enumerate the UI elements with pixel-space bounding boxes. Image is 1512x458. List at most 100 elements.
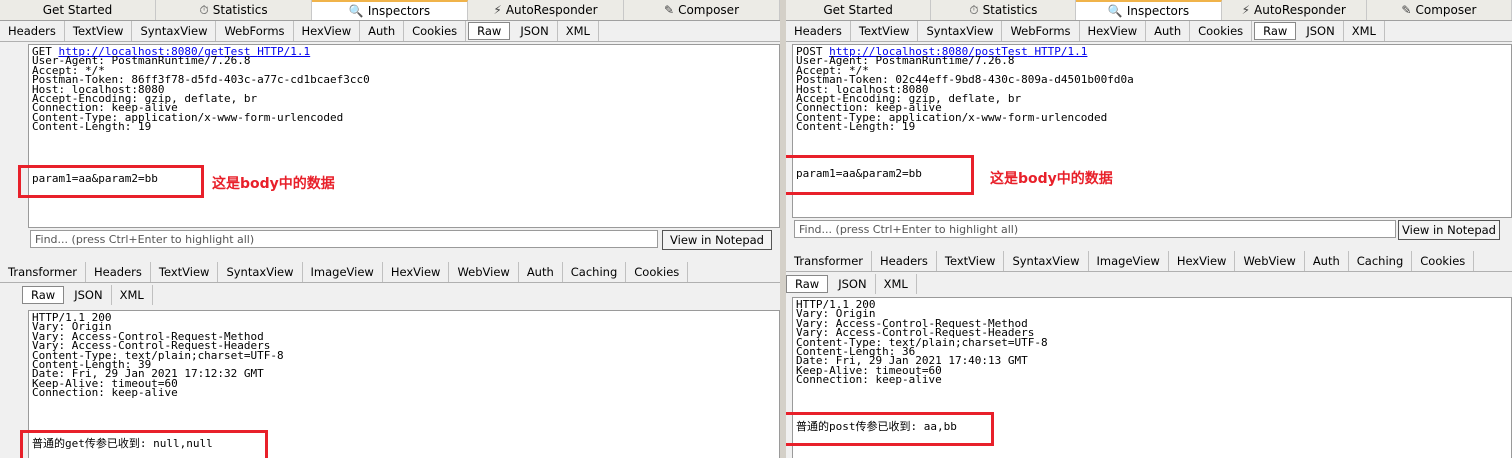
response-header-line: HTTP/1.1 200	[796, 298, 876, 311]
request-inspector-tabs: Headers TextView SyntaxView WebForms Hex…	[786, 21, 1512, 42]
req-tab-syntaxview[interactable]: SyntaxView	[132, 21, 217, 41]
req-tab-hexview[interactable]: HexView	[1080, 21, 1147, 41]
tab-label: Get Started	[823, 3, 893, 17]
find-input[interactable]: Find... (press Ctrl+Enter to highlight a…	[794, 220, 1396, 238]
response-inspector-tabs: Transformer Headers TextView SyntaxView …	[0, 262, 780, 283]
req-tab-xml[interactable]: XML	[558, 21, 599, 41]
resp-tab-webview[interactable]: WebView	[449, 262, 519, 282]
req-tab-auth[interactable]: Auth	[1146, 21, 1191, 41]
req-tab-hexview[interactable]: HexView	[294, 21, 361, 41]
resp-tab-cookies[interactable]: Cookies	[626, 262, 689, 282]
magnifier-icon: 🔍	[1107, 4, 1123, 18]
find-bar: Find... (press Ctrl+Enter to highlight a…	[0, 229, 780, 251]
resp-tab-imageview[interactable]: ImageView	[1089, 251, 1169, 271]
annotation-box	[18, 165, 204, 198]
stopwatch-icon: ⏱	[969, 3, 979, 17]
resp-tab-cookies[interactable]: Cookies	[1412, 251, 1475, 271]
resp-tab-headers[interactable]: Headers	[872, 251, 937, 271]
req-tab-textview[interactable]: TextView	[851, 21, 919, 41]
resp-tab-headers[interactable]: Headers	[86, 262, 151, 282]
resp-tab-textview[interactable]: TextView	[151, 262, 219, 282]
resp-tab-imageview[interactable]: ImageView	[303, 262, 383, 282]
tab-get-started[interactable]: Get Started	[0, 0, 156, 20]
resp-tab-auth[interactable]: Auth	[1305, 251, 1349, 271]
req-tab-auth[interactable]: Auth	[360, 21, 405, 41]
req-tab-webforms[interactable]: WebForms	[216, 21, 294, 41]
view-in-notepad-button[interactable]: View in Notepad	[662, 230, 772, 250]
resp-format-json[interactable]: JSON	[66, 285, 112, 305]
resp-tab-syntaxview[interactable]: SyntaxView	[1004, 251, 1089, 271]
tab-get-started[interactable]: Get Started	[786, 0, 932, 20]
req-tab-syntaxview[interactable]: SyntaxView	[918, 21, 1003, 41]
request-header-line: User-Agent: PostmanRuntime/7.26.8	[32, 54, 251, 68]
tab-statistics[interactable]: ⏱ Statistics	[156, 0, 312, 20]
resp-tab-transformer[interactable]: Transformer	[0, 262, 87, 282]
resp-tab-transformer[interactable]: Transformer	[786, 251, 873, 271]
resp-tab-textview[interactable]: TextView	[937, 251, 1005, 271]
resp-tab-caching[interactable]: Caching	[563, 262, 627, 282]
fiddler-pane-get: Get Started ⏱ Statistics 🔍 Inspectors ⚡ Aut…	[0, 0, 780, 458]
request-header-line: Content-Length: 19	[796, 120, 916, 134]
lightning-icon: ⚡	[1241, 3, 1251, 17]
tab-composer[interactable]: ✎ Composer	[1366, 0, 1512, 20]
tab-label: Get Started	[42, 3, 113, 17]
resp-format-xml[interactable]: XML	[876, 274, 917, 294]
response-header-line: HTTP/1.1 200	[32, 311, 112, 324]
resp-format-json[interactable]: JSON	[830, 274, 876, 294]
fiddler-pane-post: Get Started ⏱ Statistics 🔍 Inspectors ⚡ Aut…	[786, 0, 1512, 458]
response-format-tabs: Raw JSON XML	[786, 274, 1512, 294]
tab-inspectors[interactable]: 🔍 Inspectors	[1076, 0, 1222, 20]
main-tab-strip: Get Started ⏱ Statistics 🔍 Inspectors ⚡ Aut…	[786, 0, 1512, 21]
resp-tab-hexview[interactable]: HexView	[1169, 251, 1236, 271]
lightning-icon: ⚡	[493, 3, 502, 17]
resp-tab-webview[interactable]: WebView	[1235, 251, 1305, 271]
req-tab-json[interactable]: JSON	[1298, 21, 1344, 41]
tab-label: Inspectors	[1126, 4, 1190, 18]
tab-label: Statistics	[212, 3, 268, 17]
annotation-box	[20, 430, 268, 458]
resp-tab-hexview[interactable]: HexView	[383, 262, 450, 282]
tab-label: Composer	[678, 3, 739, 17]
response-format-tabs: Raw JSON XML	[0, 285, 780, 305]
resp-tab-auth[interactable]: Auth	[519, 262, 563, 282]
tab-inspectors[interactable]: 🔍 Inspectors	[312, 0, 468, 20]
req-tab-textview[interactable]: TextView	[65, 21, 133, 41]
tab-composer[interactable]: ✎ Composer	[624, 0, 780, 20]
annotation-note: 这是body中的数据	[990, 171, 1113, 187]
request-header-line: Content-Length: 19	[32, 120, 152, 134]
resp-tab-caching[interactable]: Caching	[1349, 251, 1413, 271]
tab-label: AutoResponder	[1254, 3, 1346, 17]
req-tab-raw[interactable]: Raw	[1254, 22, 1297, 40]
req-tab-webforms[interactable]: WebForms	[1002, 21, 1080, 41]
find-bar: Find... (press Ctrl+Enter to highlight a…	[786, 219, 1512, 241]
req-tab-cookies[interactable]: Cookies	[404, 21, 467, 41]
tab-label: Inspectors	[367, 4, 431, 18]
req-tab-xml[interactable]: XML	[1344, 21, 1385, 41]
request-protocol: HTTP/1.1	[257, 45, 311, 58]
tab-autoresponder[interactable]: ⚡ AutoResponder	[468, 0, 624, 20]
resp-format-xml[interactable]: XML	[112, 285, 153, 305]
response-header-line: Connection: keep-alive	[32, 386, 178, 400]
main-tab-strip: Get Started ⏱ Statistics 🔍 Inspectors ⚡ Aut…	[0, 0, 780, 21]
resp-format-raw[interactable]: Raw	[22, 286, 65, 304]
resp-format-raw[interactable]: Raw	[786, 275, 829, 293]
request-protocol: HTTP/1.1	[1034, 45, 1088, 58]
request-inspector-tabs: Headers TextView SyntaxView WebForms Hex…	[0, 21, 780, 42]
req-tab-headers[interactable]: Headers	[786, 21, 851, 41]
resp-tab-syntaxview[interactable]: SyntaxView	[218, 262, 303, 282]
annotation-box	[786, 412, 994, 446]
view-in-notepad-button[interactable]: View in Notepad	[1398, 220, 1500, 240]
req-tab-raw[interactable]: Raw	[468, 22, 511, 40]
tab-autoresponder[interactable]: ⚡ AutoResponder	[1221, 0, 1367, 20]
response-inspector-tabs: Transformer Headers TextView SyntaxView …	[786, 251, 1512, 272]
req-tab-cookies[interactable]: Cookies	[1190, 21, 1253, 41]
req-tab-json[interactable]: JSON	[512, 21, 558, 41]
compose-icon: ✎	[664, 3, 675, 17]
magnifier-icon: 🔍	[348, 4, 364, 18]
find-input[interactable]: Find... (press Ctrl+Enter to highlight a…	[30, 230, 658, 248]
req-tab-headers[interactable]: Headers	[0, 21, 65, 41]
tab-label: Statistics	[982, 3, 1038, 17]
request-header-line: User-Agent: PostmanRuntime/7.26.8	[796, 54, 1015, 68]
request-raw-text[interactable]: GET http://localhost:8080/getTest HTTP/1…	[28, 44, 780, 228]
tab-statistics[interactable]: ⏱ Statistics	[931, 0, 1077, 20]
